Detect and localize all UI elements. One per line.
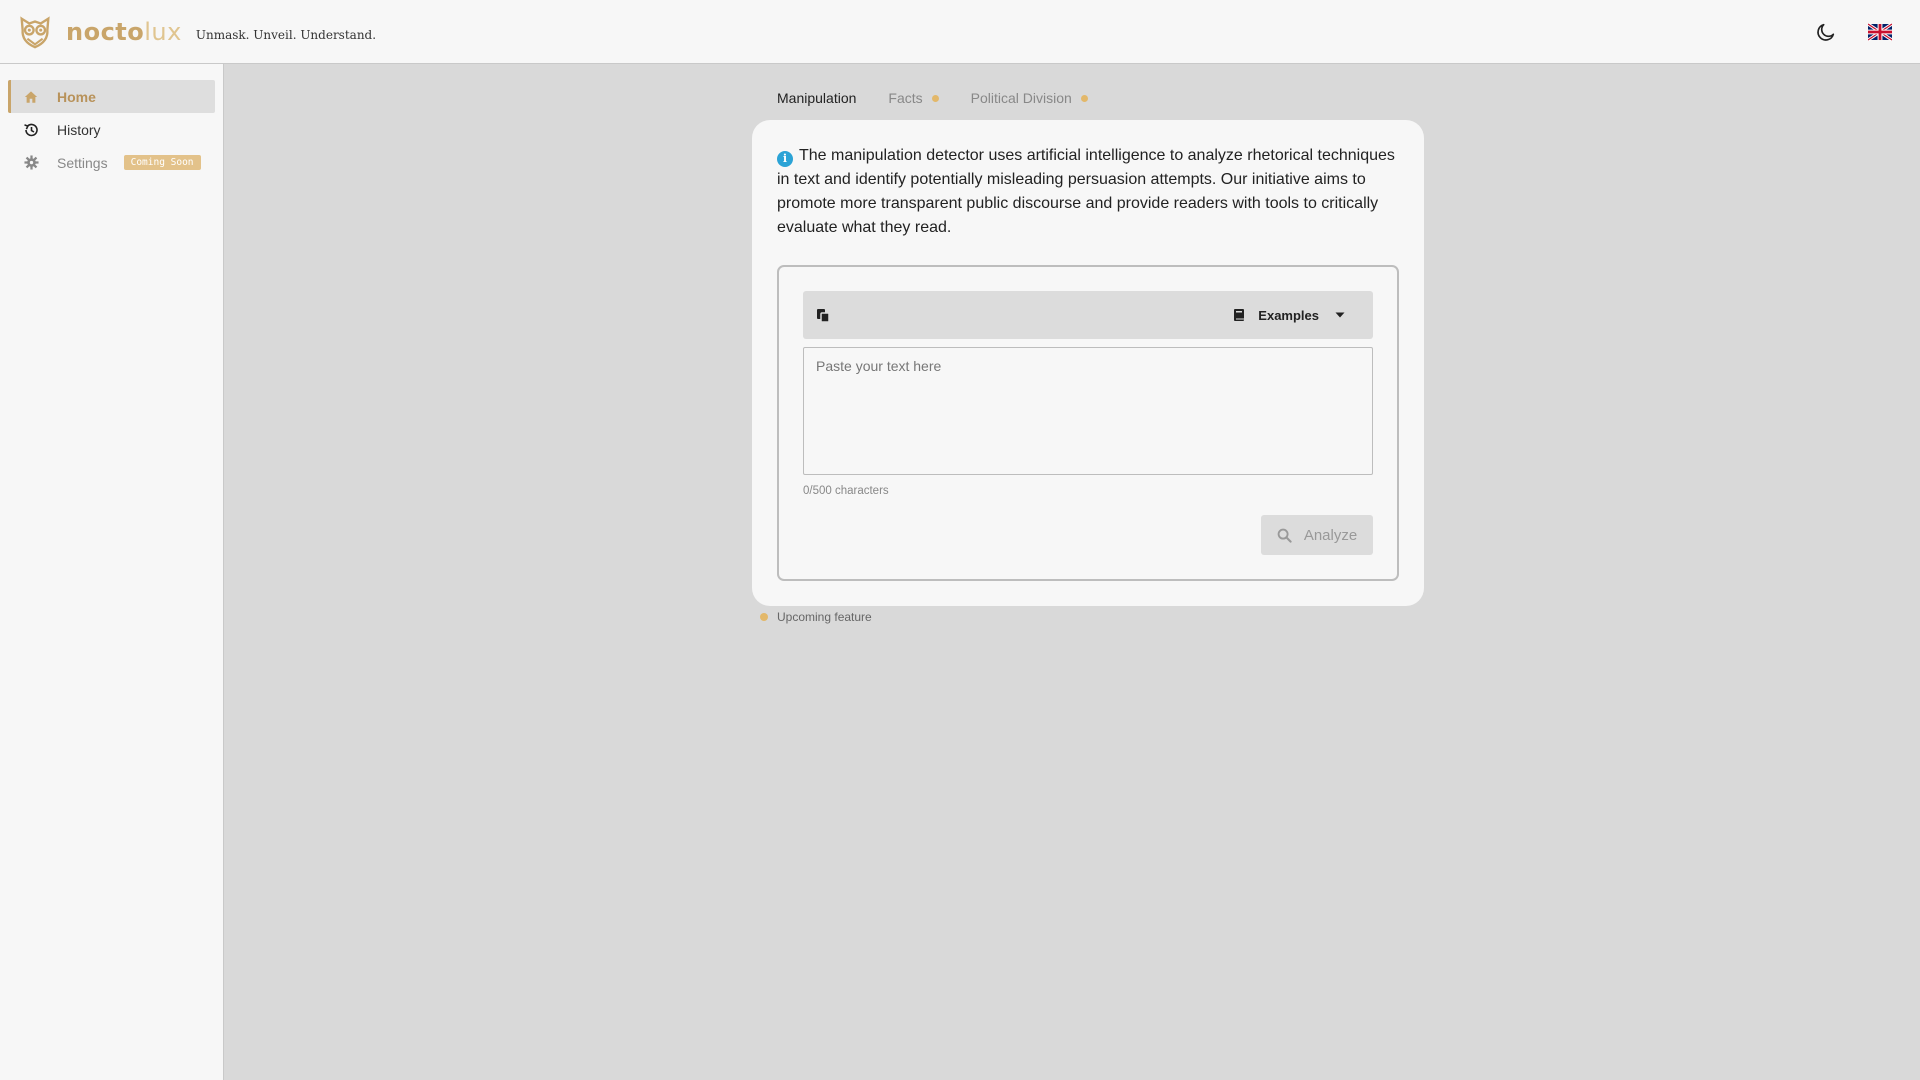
intro-text-body: The manipulation detector uses artificia… (777, 147, 1395, 236)
home-icon (23, 89, 39, 105)
caret-down-icon (1335, 312, 1345, 318)
sidebar: Home History Settings Coming Soon (0, 64, 224, 1080)
sidebar-item-home[interactable]: Home (8, 80, 215, 113)
tab-manipulation[interactable]: Manipulation (767, 86, 866, 110)
main-content: Manipulation Facts Political Division iT… (225, 64, 1920, 1080)
tab-label: Manipulation (777, 90, 857, 106)
analyze-button[interactable]: Analyze (1261, 515, 1373, 555)
language-button[interactable] (1866, 18, 1894, 46)
header-actions (1812, 0, 1894, 64)
upcoming-feature-legend: Upcoming feature (760, 610, 872, 624)
brand-name-part1: nocto (66, 17, 145, 46)
coming-soon-badge: Coming Soon (123, 155, 201, 170)
upcoming-dot (931, 94, 939, 102)
upcoming-dot (1080, 94, 1088, 102)
examples-dropdown[interactable]: Examples (1232, 291, 1345, 339)
tab-facts[interactable]: Facts (878, 86, 948, 110)
brand-name-part2: lux (144, 17, 182, 46)
info-icon: i (777, 151, 793, 167)
sidebar-item-label: History (57, 121, 101, 138)
intro-text: i The manipulation detector uses artifici… (777, 144, 1397, 240)
moon-icon (1817, 23, 1835, 41)
top-bar: noctolux Unmask. Unveil. Understand. (0, 0, 1920, 64)
sidebar-item-settings[interactable]: Settings Coming Soon (8, 146, 215, 179)
sidebar-item-history[interactable]: History (8, 113, 215, 146)
editor-panel: Examples 0/500 characters Analyze (777, 265, 1399, 581)
feature-tabs: Manipulation Facts Political Division (767, 86, 1110, 110)
owl-logo-icon (20, 15, 50, 48)
character-counter: 0/500 characters (803, 485, 889, 497)
tab-label: Political Division (970, 90, 1072, 106)
brand[interactable]: noctolux Unmask. Unveil. Understand. (16, 13, 376, 51)
tab-label: Facts (888, 90, 923, 106)
brand-tagline: Unmask. Unveil. Understand. (195, 27, 377, 42)
legend-label: Upcoming feature (777, 610, 872, 624)
theme-toggle-button[interactable] (1812, 18, 1840, 46)
sidebar-item-label: Settings (57, 154, 108, 171)
tab-political-division[interactable]: Political Division (961, 86, 1098, 110)
search-icon (1277, 528, 1292, 543)
upcoming-dot (760, 613, 768, 621)
sidebar-item-label: Home (57, 88, 96, 105)
analyze-label: Analyze (1303, 526, 1358, 544)
gear-icon (23, 155, 39, 171)
book-icon (1234, 309, 1245, 321)
uk-flag-icon (1868, 23, 1892, 41)
paste-icon[interactable] (815, 307, 831, 323)
examples-label: Examples (1258, 307, 1319, 323)
text-input[interactable] (803, 347, 1373, 475)
editor-toolbar: Examples (803, 291, 1373, 339)
brand-name: noctolux (66, 18, 182, 46)
history-icon (23, 122, 39, 138)
detector-card: i The manipulation detector uses artifici… (752, 120, 1424, 606)
